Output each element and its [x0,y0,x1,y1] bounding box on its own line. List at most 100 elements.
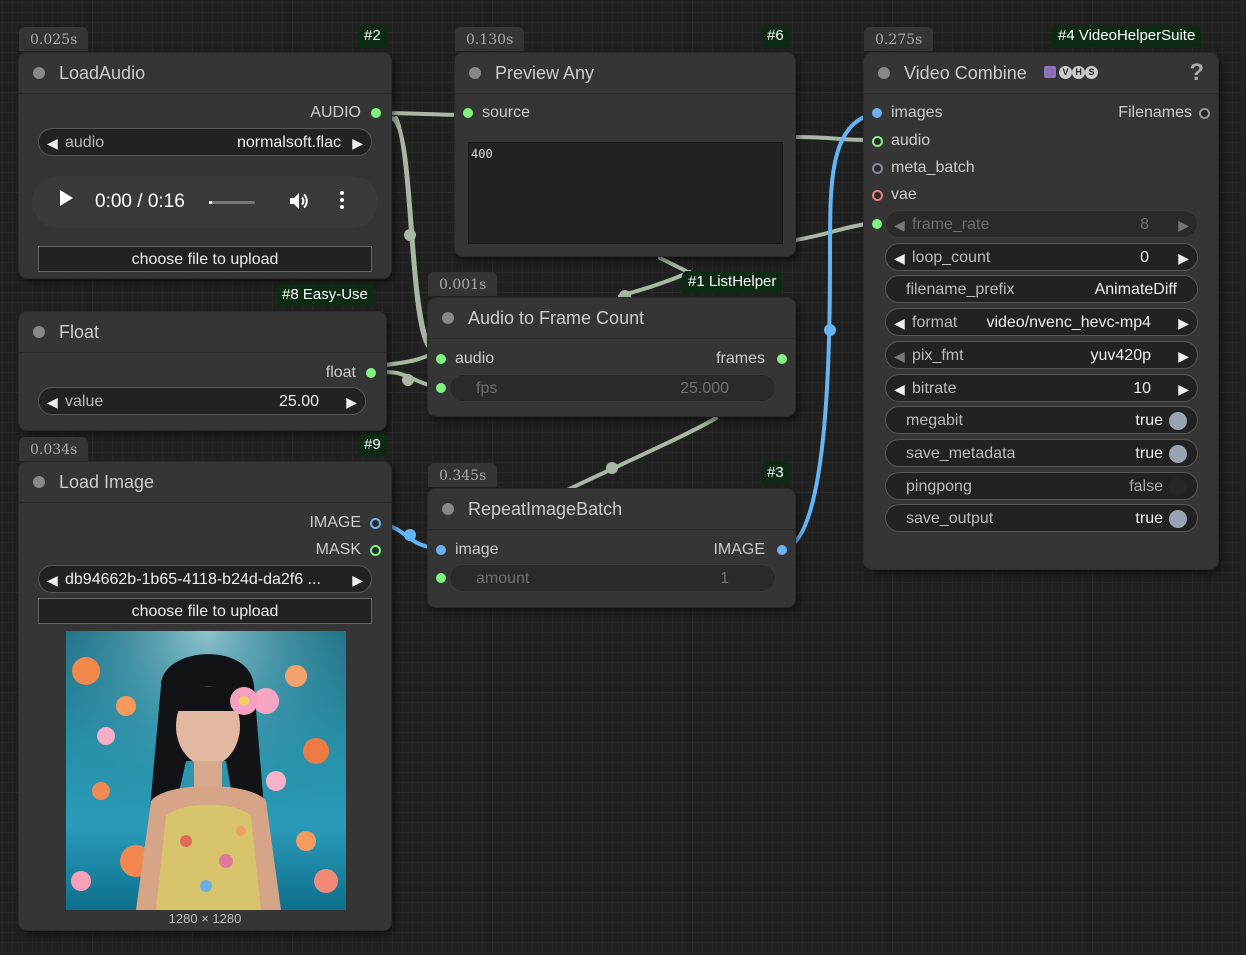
slot-dot[interactable] [366,368,376,378]
arrow-right-icon[interactable]: ▶ [1178,244,1189,272]
input-source[interactable]: source [463,103,613,123]
output-image[interactable]: IMAGE [183,513,383,533]
slot-dot[interactable] [777,354,787,364]
help-icon[interactable]: ? [1189,59,1204,87]
arrow-left-icon[interactable]: ◀ [894,211,905,239]
output-float[interactable]: float [178,363,378,383]
volume-icon[interactable] [287,189,311,218]
toggle-knob[interactable] [1169,445,1187,463]
audio-combo[interactable]: ◀ audio normalsoft.flac ▶ [38,128,372,156]
collapse-dot[interactable] [33,476,45,488]
output-frames[interactable]: frames [639,349,789,369]
pix-fmt-widget[interactable]: ◀ pix_fmt yuv420p ▶ [885,341,1198,369]
arrow-right-icon[interactable]: ▶ [352,566,363,594]
collapse-dot[interactable] [878,67,890,79]
input-meta-batch[interactable]: meta_batch [872,158,1022,178]
filename-prefix-widget[interactable]: filename_prefix AnimateDiff [885,275,1198,303]
output-filenames[interactable]: Filenames [1062,103,1212,123]
seek-bar[interactable] [209,201,255,204]
collapse-dot[interactable] [442,503,454,515]
slot-label: audio [455,350,495,367]
node-title-bar[interactable]: Audio to Frame Count [428,298,795,339]
collapse-dot[interactable] [33,67,45,79]
output-audio[interactable]: AUDIO [183,103,383,123]
choose-file-button[interactable]: choose file to upload [38,598,372,624]
image-combo[interactable]: ◀ db94662b-1b65-4118-b24d-da2f6 ... ▶ [38,565,372,593]
slot-dot[interactable] [872,163,883,174]
arrow-right-icon[interactable]: ▶ [1178,375,1189,403]
toggle-knob[interactable] [1169,478,1187,496]
node-title-bar[interactable]: Float [19,312,386,353]
arrow-left-icon[interactable]: ◀ [47,566,58,594]
node-load-image[interactable]: Load Image IMAGE MASK ◀ db94662b-1b65-41… [19,462,391,930]
fps-widget[interactable]: fps 25.000 [449,374,776,402]
frame-rate-widget[interactable]: ◀ frame_rate 8 ▶ [885,210,1198,238]
slot-dot[interactable] [436,573,446,583]
save-metadata-toggle[interactable]: save_metadata true [885,439,1198,467]
node-title: Float [59,322,100,342]
loop-count-widget[interactable]: ◀ loop_count 0 ▶ [885,243,1198,271]
preview-text-area[interactable]: 400 [468,142,783,244]
output-image[interactable]: IMAGE [639,540,789,560]
input-image[interactable]: image [436,540,586,560]
node-audio-to-frame-count[interactable]: Audio to Frame Count audio frames fps 25… [428,298,795,416]
node-title-bar[interactable]: Load Image [19,462,391,503]
node-title-bar[interactable]: Preview Any [455,53,795,94]
arrow-left-icon[interactable]: ◀ [47,129,58,157]
amount-widget[interactable]: amount 1 [449,564,776,592]
arrow-left-icon[interactable]: ◀ [894,309,905,337]
widget-label: loop_count [912,249,991,266]
slot-dot[interactable] [777,545,787,555]
slot-dot[interactable] [1199,108,1210,119]
collapse-dot[interactable] [442,312,454,324]
choose-file-button[interactable]: choose file to upload [38,246,372,272]
pingpong-toggle[interactable]: pingpong false [885,472,1198,500]
slot-dot[interactable] [371,108,381,118]
play-icon[interactable] [60,190,73,206]
node-title-bar[interactable]: RepeatImageBatch [428,489,795,530]
node-preview-any[interactable]: Preview Any source 400 [455,53,795,256]
slot-dot[interactable] [872,108,882,118]
slot-dot[interactable] [463,108,473,118]
audio-player[interactable]: 0:00 / 0:16 [32,176,378,228]
collapse-dot[interactable] [33,326,45,338]
toggle-knob[interactable] [1169,510,1187,528]
input-images[interactable]: images [872,103,1022,123]
node-badge-load-audio: #2 [358,25,387,47]
toggle-knob[interactable] [1169,412,1187,430]
arrow-right-icon[interactable]: ▶ [1178,309,1189,337]
arrow-left-icon[interactable]: ◀ [47,388,58,416]
slot-dot[interactable] [872,219,882,229]
node-title-bar[interactable]: LoadAudio [19,53,391,94]
output-mask[interactable]: MASK [183,540,383,560]
arrow-right-icon[interactable]: ▶ [346,388,357,416]
arrow-right-icon[interactable]: ▶ [352,129,363,157]
arrow-right-icon[interactable]: ▶ [1178,342,1189,370]
megabit-toggle[interactable]: megabit true [885,406,1198,434]
save-output-toggle[interactable]: save_output true [885,504,1198,532]
format-widget[interactable]: ◀ format video/nvenc_hevc-mp4 ▶ [885,308,1198,336]
slot-dot[interactable] [436,545,446,555]
value-number-widget[interactable]: ◀ value 25.00 ▶ [38,387,366,415]
arrow-left-icon[interactable]: ◀ [894,342,905,370]
slot-dot[interactable] [370,518,381,529]
collapse-dot[interactable] [469,67,481,79]
input-audio[interactable]: audio [872,131,1022,151]
more-options-icon[interactable] [340,191,344,209]
slot-dot[interactable] [436,383,446,393]
node-title-bar[interactable]: Video Combine VHS ? [864,53,1218,94]
node-float[interactable]: Float float ◀ value 25.00 ▶ [19,312,386,430]
slot-dot[interactable] [872,136,883,147]
arrow-left-icon[interactable]: ◀ [894,244,905,272]
input-vae[interactable]: vae [872,185,1022,205]
node-repeat-image-batch[interactable]: RepeatImageBatch image IMAGE amount 1 [428,489,795,607]
node-load-audio[interactable]: LoadAudio AUDIO ◀ audio normalsoft.flac … [19,53,391,278]
slot-dot[interactable] [370,545,381,556]
bitrate-widget[interactable]: ◀ bitrate 10 ▶ [885,374,1198,402]
input-audio[interactable]: audio [436,349,586,369]
arrow-left-icon[interactable]: ◀ [894,375,905,403]
arrow-right-icon[interactable]: ▶ [1178,211,1189,239]
slot-dot[interactable] [872,190,883,201]
slot-dot[interactable] [436,354,446,364]
node-video-combine[interactable]: Video Combine VHS ? images Filenames aud… [864,53,1218,569]
